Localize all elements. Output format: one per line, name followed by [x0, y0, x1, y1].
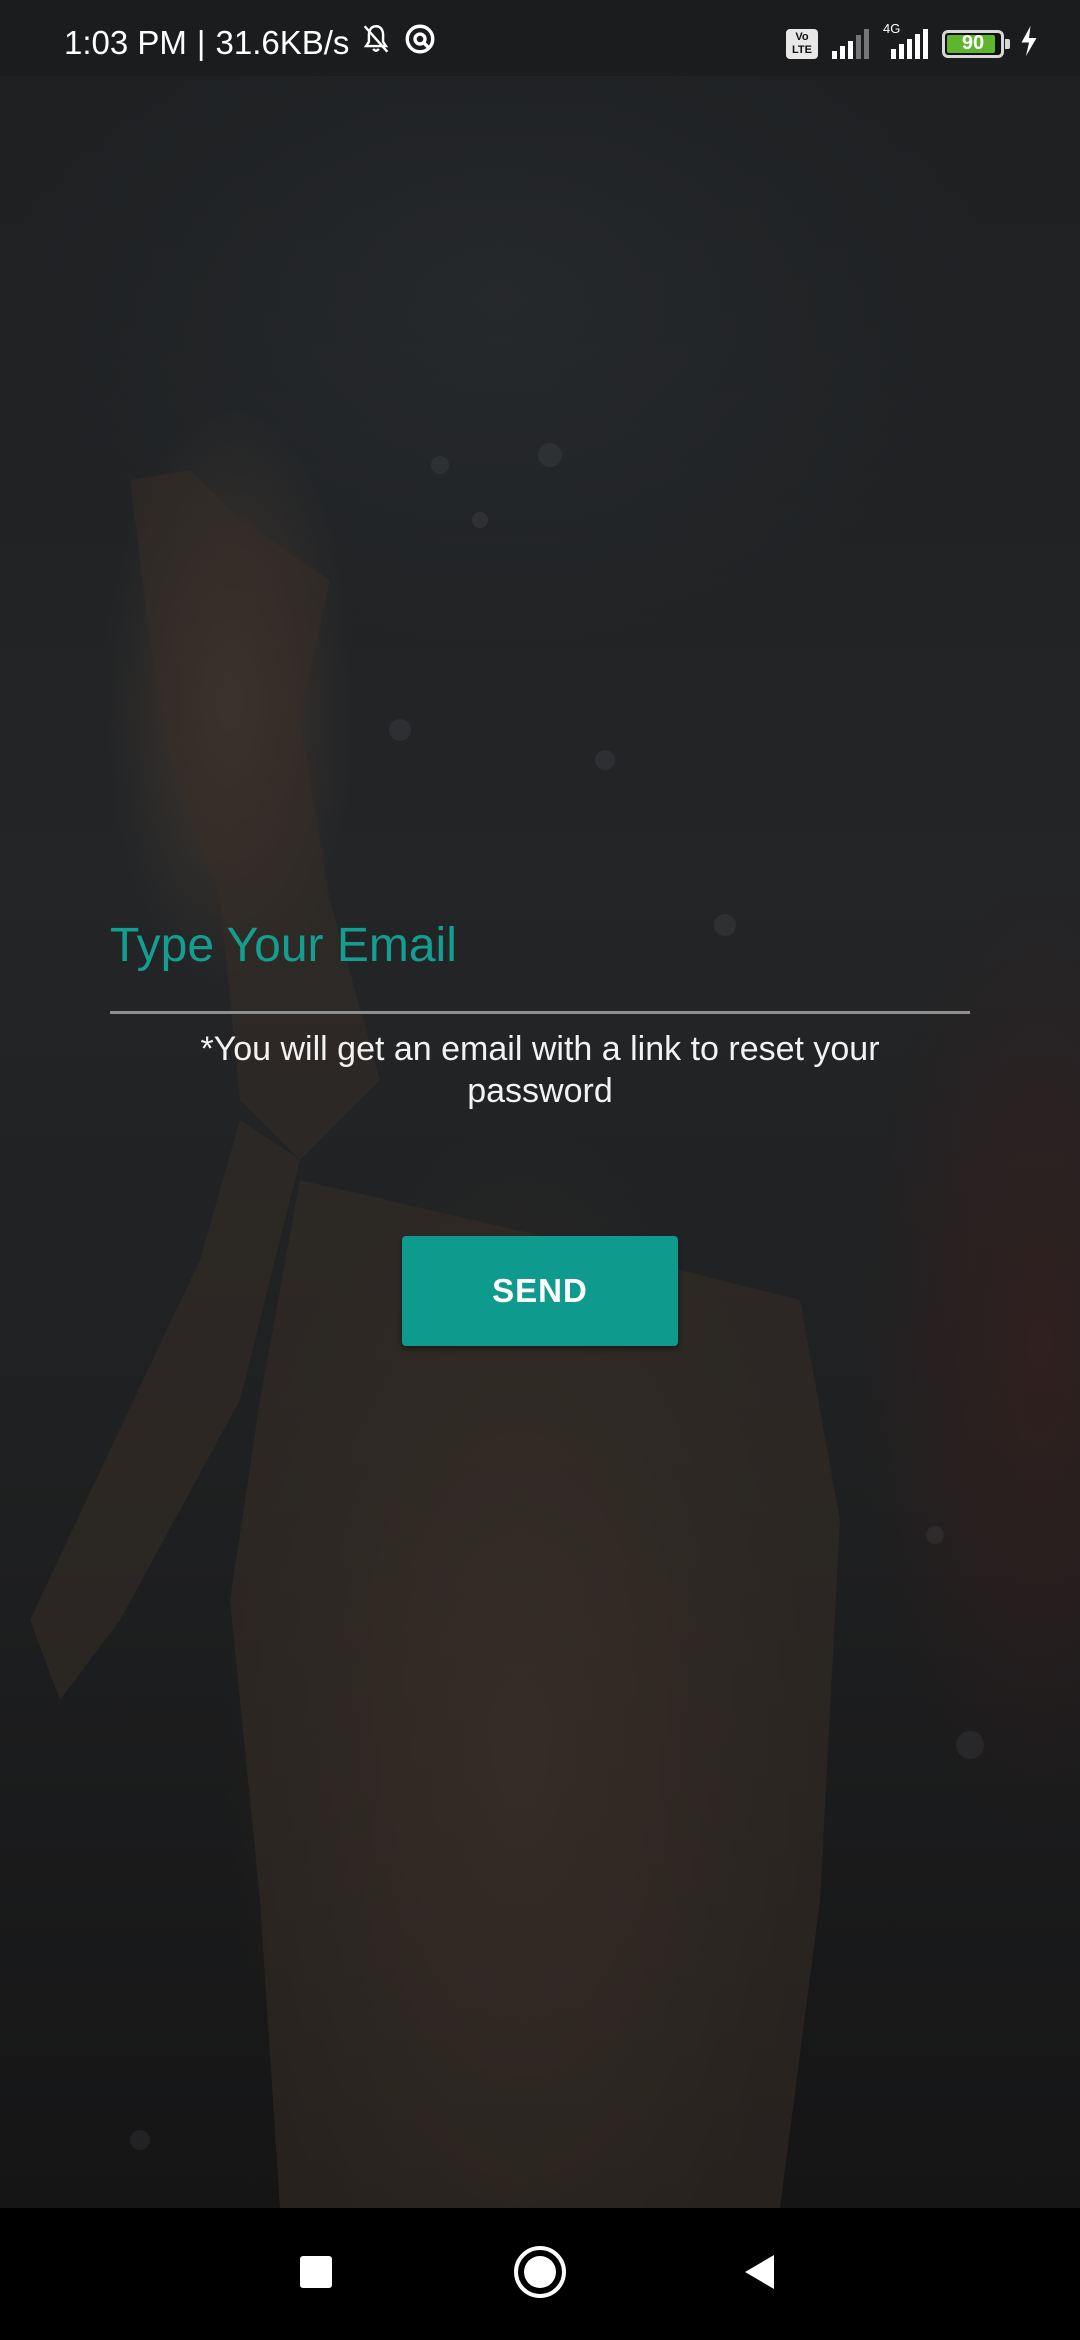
status-time: 1:03 PM	[64, 24, 187, 61]
status-left: 1:03 PM | 31.6KB/s	[64, 22, 437, 64]
recents-square-icon	[298, 2254, 334, 2295]
network-type-label: 4G	[883, 20, 901, 36]
reset-password-screen: 1:03 PM | 31.6KB/s Vo LTE 4G 90 Type You…	[0, 0, 1080, 2340]
back-triangle-icon	[740, 2252, 780, 2297]
mute-bell-icon	[359, 22, 393, 64]
status-separator: |	[196, 24, 206, 61]
back-button[interactable]	[680, 2208, 840, 2340]
signal-icon	[832, 28, 869, 59]
status-right: Vo LTE 4G 90	[786, 21, 1040, 61]
data-saver-icon	[403, 22, 437, 64]
battery-cap	[1005, 38, 1010, 49]
network-speed: 31.6KB/s	[215, 24, 350, 61]
status-bar: 1:03 PM | 31.6KB/s Vo LTE 4G 90	[0, 0, 1080, 76]
charging-icon	[1018, 26, 1040, 61]
email-field[interactable]	[110, 880, 970, 1014]
home-button[interactable]	[460, 2208, 620, 2340]
battery-level: 90	[961, 31, 985, 54]
volte-icon: Vo LTE	[786, 28, 818, 59]
reset-hint-text: *You will get an email with a link to re…	[200, 1030, 880, 1110]
send-button[interactable]: SEND	[402, 1236, 678, 1346]
signal-4g-icon: 4G	[883, 21, 928, 59]
home-circle-icon	[512, 2244, 568, 2305]
navigation-bar	[0, 2208, 1080, 2340]
recents-button[interactable]	[236, 2208, 396, 2340]
battery-icon: 90	[942, 29, 1010, 58]
